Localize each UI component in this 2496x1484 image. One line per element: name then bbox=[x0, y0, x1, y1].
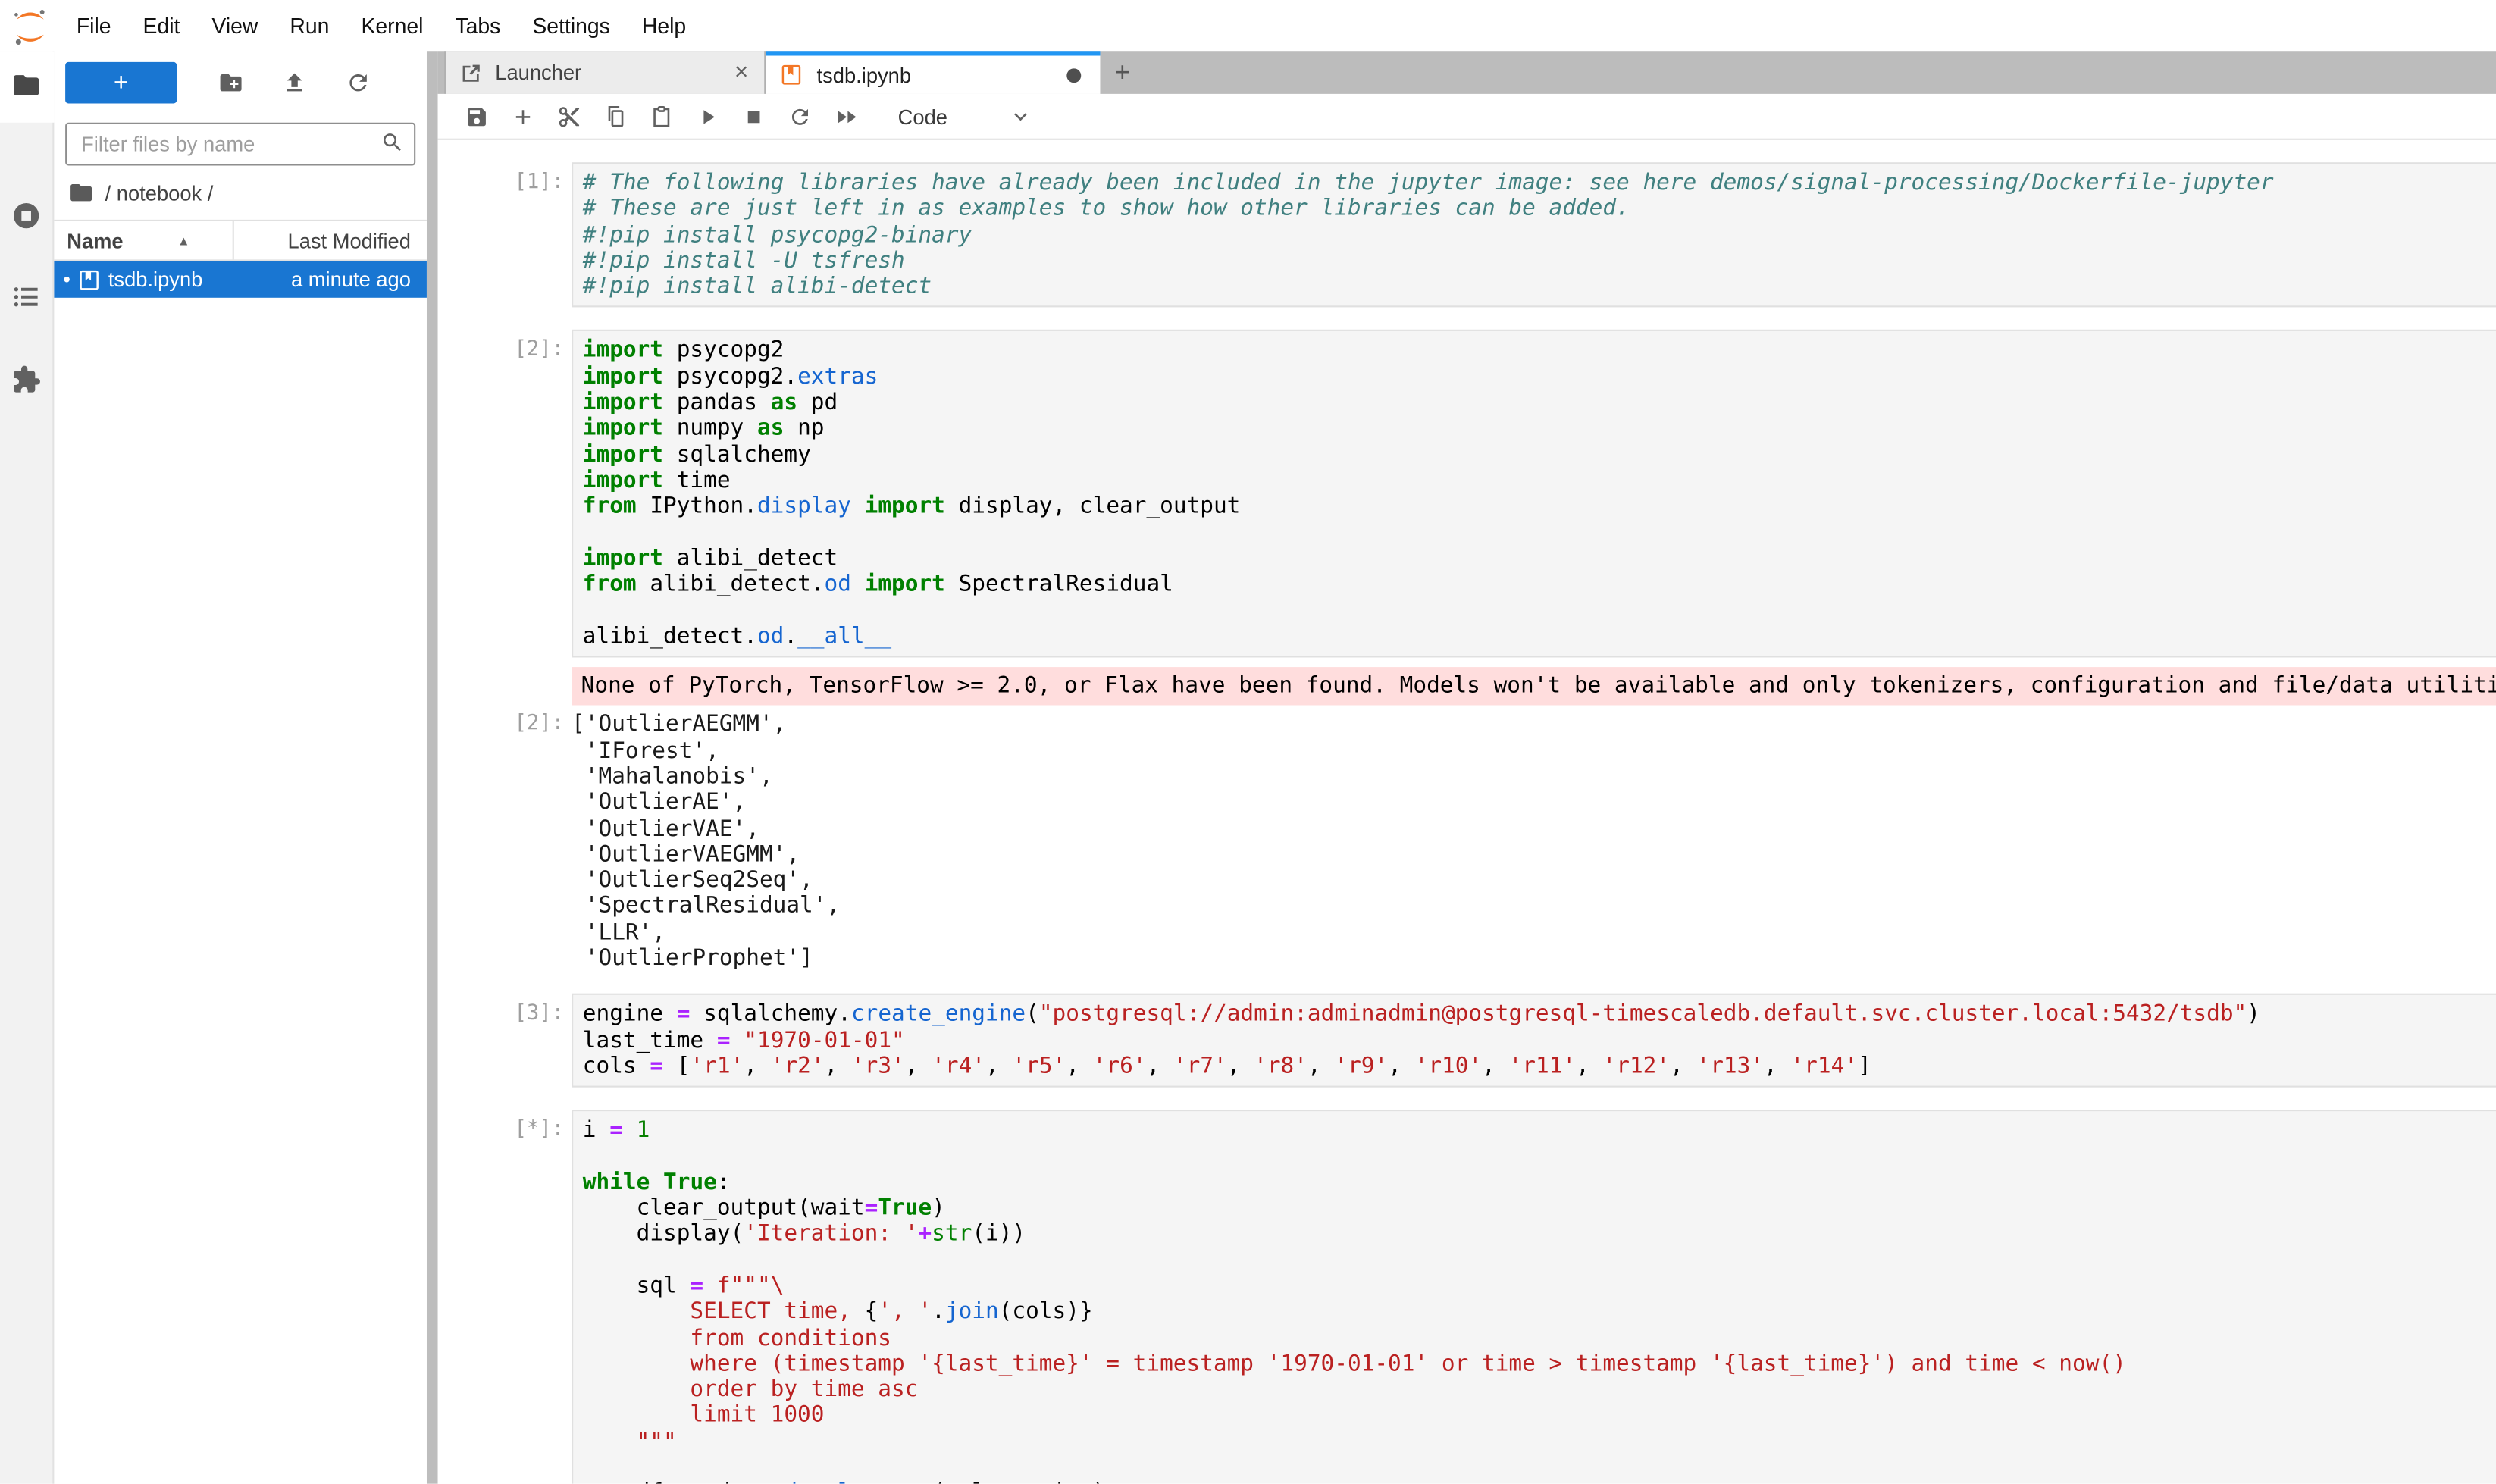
notebook-scroll-area[interactable]: [1]:# The following libraries have alrea… bbox=[438, 140, 2496, 1484]
file-browser-toolbar: + bbox=[54, 51, 427, 113]
paste-icon[interactable] bbox=[648, 104, 674, 130]
search-icon bbox=[381, 130, 405, 155]
cell-type-dropdown[interactable]: Code bbox=[898, 105, 1031, 129]
new-launcher-button[interactable]: + bbox=[65, 62, 177, 104]
file-name: tsdb.ipynb bbox=[108, 268, 291, 292]
code-cell: [3]:engine = sqlalchemy.create_engine("p… bbox=[438, 994, 2496, 1088]
run-icon[interactable] bbox=[694, 104, 720, 130]
main-dock-panel: Launcher × tsdb.ipynb + bbox=[438, 51, 2496, 1483]
menu-item-settings[interactable]: Settings bbox=[516, 14, 625, 38]
code-editor[interactable]: import psycopg2 import psycopg2.extras i… bbox=[572, 330, 2496, 658]
file-listing-header: Name ▲ Last Modified bbox=[54, 220, 427, 261]
tab-tsdb-ipynb[interactable]: tsdb.ipynb bbox=[766, 51, 1100, 94]
main-menu: File Edit View Run Kernel Tabs Settings … bbox=[61, 14, 702, 38]
close-icon[interactable]: × bbox=[734, 59, 748, 86]
chevron-down-icon bbox=[1011, 107, 1030, 126]
menu-bar: File Edit View Run Kernel Tabs Settings … bbox=[0, 0, 2496, 51]
restart-icon[interactable] bbox=[787, 104, 813, 130]
fast-forward-icon[interactable] bbox=[833, 104, 859, 130]
code-editor[interactable]: i = 1 while True: clear_output(wait=True… bbox=[572, 1110, 2496, 1483]
stderr-output: None of PyTorch, TensorFlow >= 2.0, or F… bbox=[572, 667, 2496, 706]
code-cell: [2]:import psycopg2 import psycopg2.extr… bbox=[438, 330, 2496, 972]
jupyterlab-window: File Edit View Run Kernel Tabs Settings … bbox=[0, 0, 2496, 1484]
sort-ascending-icon: ▲ bbox=[177, 233, 190, 248]
execute-result-output: [2]:['OutlierAEGMM', 'IForest', 'Mahalan… bbox=[438, 712, 2496, 972]
code-cell: [1]:# The following libraries have alrea… bbox=[438, 162, 2496, 308]
code-cell: [*]:i = 1 while True: clear_output(wait=… bbox=[438, 1110, 2496, 1483]
column-header-last-modified[interactable]: Last Modified bbox=[234, 228, 427, 252]
stop-icon[interactable] bbox=[741, 104, 766, 130]
file-row-tsdb-ipynb[interactable]: • tsdb.ipynb a minute ago bbox=[54, 261, 427, 297]
file-modified-time: a minute ago bbox=[291, 268, 427, 292]
file-browser-folder-icon[interactable] bbox=[11, 70, 42, 100]
output-prompt: [2]: bbox=[514, 712, 572, 738]
dock-tab-bar: Launcher × tsdb.ipynb + bbox=[438, 51, 2496, 94]
unsaved-changes-dot[interactable] bbox=[1066, 67, 1081, 82]
filter-box bbox=[65, 123, 415, 166]
upload-icon[interactable] bbox=[263, 64, 327, 102]
menu-item-run[interactable]: Run bbox=[274, 14, 345, 38]
home-folder-icon[interactable] bbox=[68, 180, 94, 205]
new-tab-button[interactable]: + bbox=[1100, 51, 1145, 94]
notebook-file-icon bbox=[780, 64, 802, 86]
file-browser-panel: + / note bbox=[54, 51, 427, 1483]
menu-item-help[interactable]: Help bbox=[626, 14, 702, 38]
jupyter-logo bbox=[10, 6, 52, 48]
breadcrumb[interactable]: / notebook / bbox=[54, 165, 427, 216]
input-prompt: [*]: bbox=[514, 1110, 572, 1144]
cell-list: [1]:# The following libraries have alrea… bbox=[438, 140, 2496, 1484]
panel-splitter[interactable] bbox=[427, 51, 438, 1483]
add-cell-icon[interactable] bbox=[509, 104, 535, 130]
input-prompt: [2]: bbox=[514, 330, 572, 365]
breadcrumb-path[interactable]: / notebook / bbox=[105, 180, 214, 205]
new-folder-icon[interactable] bbox=[199, 64, 263, 102]
input-prompt: [3]: bbox=[514, 994, 572, 1028]
notebook-toolbar: Code bbox=[438, 94, 2496, 140]
unsaved-changes-dot: • bbox=[58, 268, 77, 292]
input-prompt: [1]: bbox=[514, 162, 572, 196]
running-kernels-icon[interactable] bbox=[11, 201, 42, 231]
refresh-icon[interactable] bbox=[327, 64, 390, 102]
save-icon[interactable] bbox=[463, 104, 489, 130]
tab-label: Launcher bbox=[495, 61, 581, 85]
notebook-file-icon bbox=[78, 268, 100, 290]
code-editor[interactable]: engine = sqlalchemy.create_engine("postg… bbox=[572, 994, 2496, 1088]
code-editor[interactable]: # The following libraries have already b… bbox=[572, 162, 2496, 308]
cut-icon[interactable] bbox=[556, 104, 581, 130]
tab-launcher[interactable]: Launcher × bbox=[444, 51, 766, 94]
copy-icon[interactable] bbox=[602, 104, 628, 130]
table-of-contents-icon[interactable] bbox=[11, 282, 42, 312]
cell-type-value: Code bbox=[898, 105, 947, 129]
menu-item-edit[interactable]: Edit bbox=[127, 14, 196, 38]
launcher-icon bbox=[460, 61, 482, 83]
menu-item-kernel[interactable]: Kernel bbox=[345, 14, 439, 38]
tab-label: tsdb.ipynb bbox=[817, 63, 911, 87]
extensions-puzzle-icon[interactable] bbox=[11, 365, 42, 395]
menu-item-file[interactable]: File bbox=[61, 14, 127, 38]
left-activity-bar bbox=[0, 51, 54, 1483]
filter-files-input[interactable] bbox=[65, 123, 415, 166]
menu-item-view[interactable]: View bbox=[196, 14, 274, 38]
column-header-name[interactable]: Name ▲ bbox=[54, 221, 233, 259]
menu-item-tabs[interactable]: Tabs bbox=[439, 14, 516, 38]
